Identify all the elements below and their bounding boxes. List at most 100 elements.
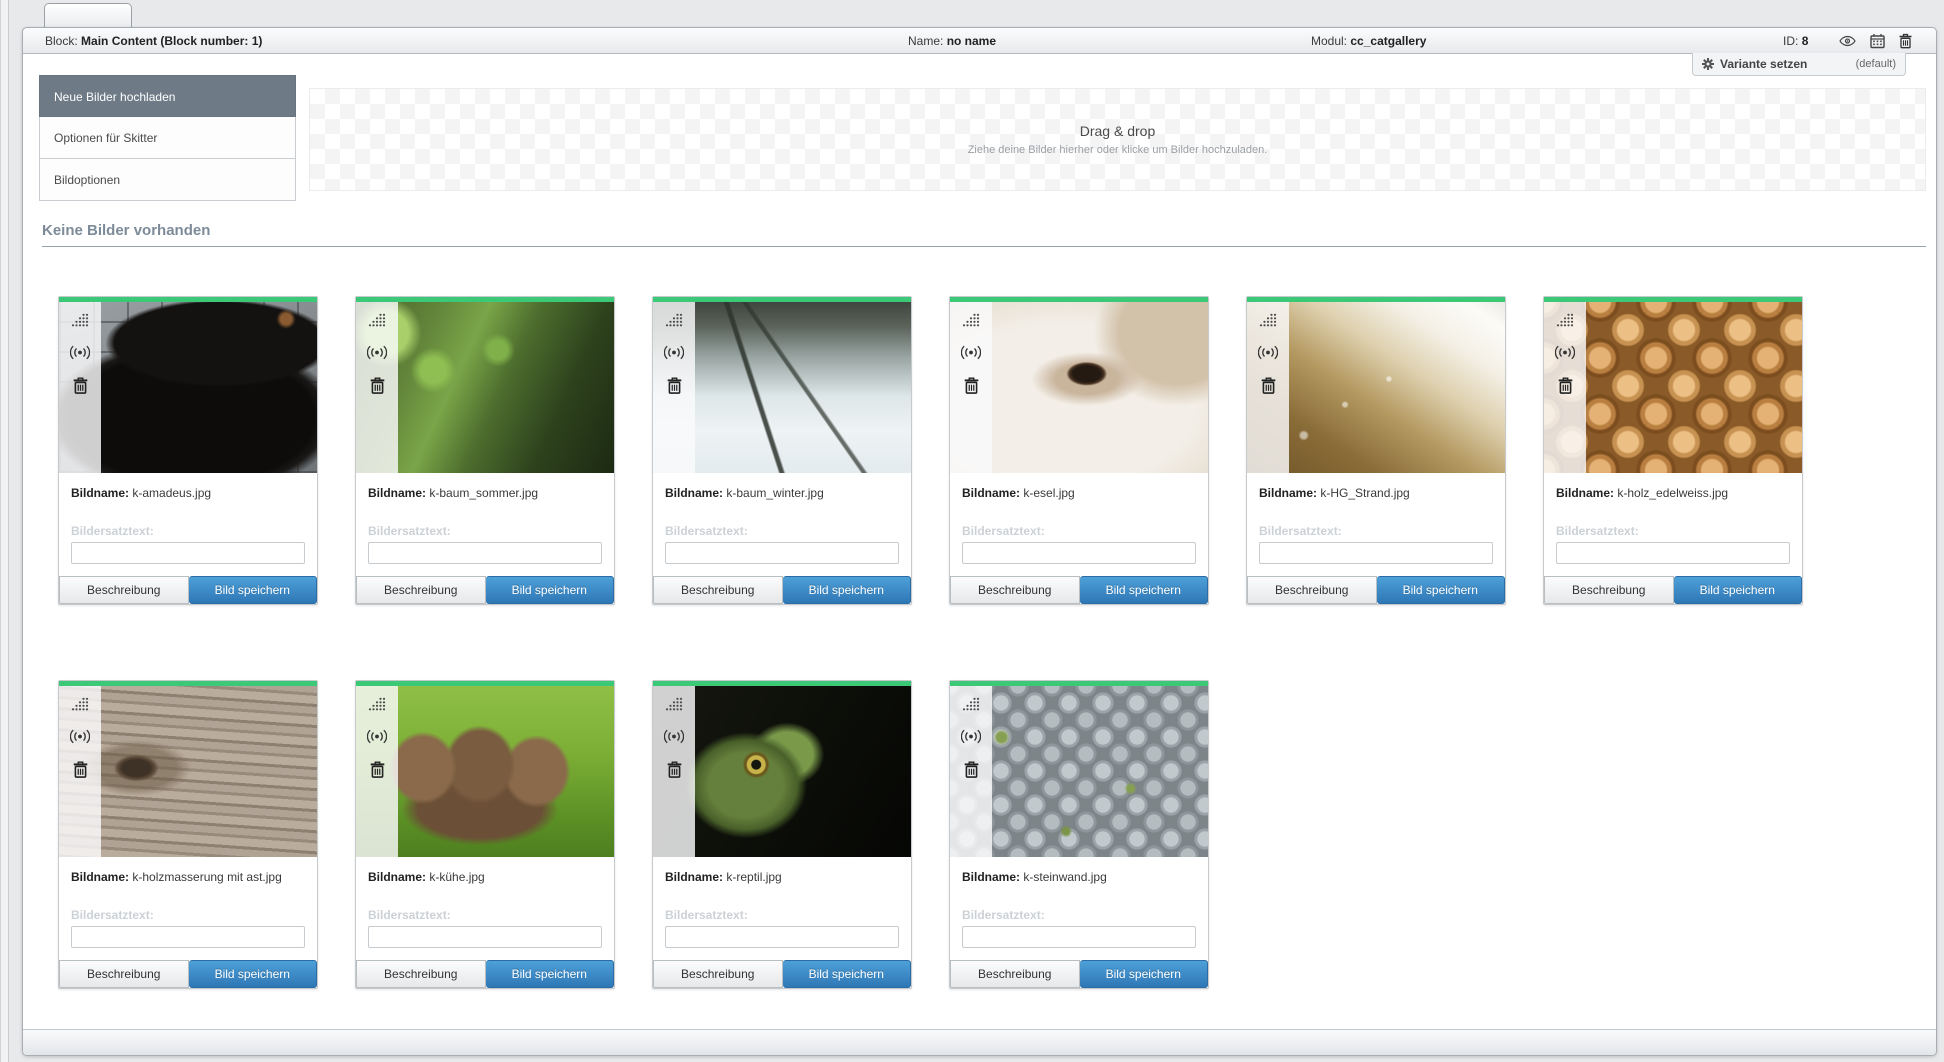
card-icon-strip xyxy=(1247,302,1289,473)
drag-handle-icon[interactable] xyxy=(71,697,89,712)
name-label-group: Name: no name xyxy=(908,34,996,48)
description-button[interactable]: Beschreibung xyxy=(950,960,1080,988)
calendar-icon[interactable] xyxy=(1870,33,1885,48)
broadcast-icon[interactable] xyxy=(70,729,90,744)
save-image-button[interactable]: Bild speichern xyxy=(486,576,615,604)
bildersatztext-input[interactable] xyxy=(665,542,899,564)
card-icon-strip xyxy=(950,686,992,857)
tab-bildoptionen[interactable]: Bildoptionen xyxy=(39,159,296,201)
trash-icon[interactable] xyxy=(73,761,88,778)
save-image-button[interactable]: Bild speichern xyxy=(486,960,615,988)
modul-label-group: Modul: cc_catgallery xyxy=(1311,34,1426,48)
card-media xyxy=(59,686,317,857)
drag-handle-icon[interactable] xyxy=(71,313,89,328)
save-image-button[interactable]: Bild speichern xyxy=(1080,960,1209,988)
bildersatztext-label: Bildersatztext: xyxy=(665,908,899,922)
save-image-button[interactable]: Bild speichern xyxy=(189,576,318,604)
save-image-button[interactable]: Bild speichern xyxy=(189,960,318,988)
description-button[interactable]: Beschreibung xyxy=(59,576,189,604)
card-media xyxy=(653,302,911,473)
broadcast-icon[interactable] xyxy=(961,345,981,360)
drag-handle-icon[interactable] xyxy=(665,697,683,712)
tab-neue-bilder-hochladen[interactable]: Neue Bilder hochladen xyxy=(39,75,296,117)
broadcast-icon[interactable] xyxy=(961,729,981,744)
description-button[interactable]: Beschreibung xyxy=(59,960,189,988)
trash-icon[interactable] xyxy=(1558,377,1573,394)
trash-icon[interactable] xyxy=(964,377,979,394)
card-buttons: Beschreibung Bild speichern xyxy=(950,960,1208,988)
bildersatztext-input[interactable] xyxy=(1556,542,1790,564)
broadcast-icon[interactable] xyxy=(664,345,684,360)
bildersatztext-input[interactable] xyxy=(368,926,602,948)
drag-handle-icon[interactable] xyxy=(665,313,683,328)
description-button[interactable]: Beschreibung xyxy=(653,576,783,604)
image-card: Bildname: k-baum_sommer.jpg Bildersatzte… xyxy=(355,296,615,605)
card-buttons: Beschreibung Bild speichern xyxy=(653,960,911,988)
card-media xyxy=(356,686,614,857)
save-image-button[interactable]: Bild speichern xyxy=(1080,576,1209,604)
bildname-value: k-holz_edelweiss.jpg xyxy=(1617,486,1728,500)
bildname-row: Bildname: k-baum_winter.jpg xyxy=(665,486,899,500)
block-label: Block: xyxy=(45,34,78,48)
trash-icon[interactable] xyxy=(370,761,385,778)
trash-icon[interactable] xyxy=(1899,33,1912,48)
card-media xyxy=(950,686,1208,857)
drag-handle-icon[interactable] xyxy=(1556,313,1574,328)
bildersatztext-input[interactable] xyxy=(368,542,602,564)
bildersatztext-input[interactable] xyxy=(962,542,1196,564)
save-image-button[interactable]: Bild speichern xyxy=(1377,576,1506,604)
trash-icon[interactable] xyxy=(667,377,682,394)
bildersatztext-input[interactable] xyxy=(71,542,305,564)
block-label-group: Block: Main Content (Block number: 1) xyxy=(45,34,262,48)
trash-icon[interactable] xyxy=(1261,377,1276,394)
drag-handle-icon[interactable] xyxy=(962,697,980,712)
description-button[interactable]: Beschreibung xyxy=(950,576,1080,604)
drag-handle-icon[interactable] xyxy=(368,697,386,712)
card-media xyxy=(950,302,1208,473)
bildersatztext-input[interactable] xyxy=(71,926,305,948)
tab-optionen-fuer-skitter[interactable]: Optionen für Skitter xyxy=(39,117,296,159)
bildersatztext-input[interactable] xyxy=(665,926,899,948)
card-media xyxy=(356,302,614,473)
eye-icon[interactable] xyxy=(1839,35,1856,46)
broadcast-icon[interactable] xyxy=(1258,345,1278,360)
description-button[interactable]: Beschreibung xyxy=(356,960,486,988)
bildersatztext-label: Bildersatztext: xyxy=(962,524,1196,538)
trash-icon[interactable] xyxy=(73,377,88,394)
save-image-button[interactable]: Bild speichern xyxy=(783,576,912,604)
drag-handle-icon[interactable] xyxy=(368,313,386,328)
bildersatztext-input[interactable] xyxy=(962,926,1196,948)
id-label-group: ID: 8 xyxy=(1783,34,1808,48)
trash-icon[interactable] xyxy=(667,761,682,778)
bildname-row: Bildname: k-HG_Strand.jpg xyxy=(1259,486,1493,500)
description-button[interactable]: Beschreibung xyxy=(356,576,486,604)
drag-handle-icon[interactable] xyxy=(962,313,980,328)
trash-icon[interactable] xyxy=(964,761,979,778)
description-button[interactable]: Beschreibung xyxy=(1544,576,1674,604)
broadcast-icon[interactable] xyxy=(70,345,90,360)
bildname-row: Bildname: k-reptil.jpg xyxy=(665,870,899,884)
description-button[interactable]: Beschreibung xyxy=(1247,576,1377,604)
card-info: Bildname: k-kühe.jpg Bildersatztext: xyxy=(356,857,614,960)
image-card: Bildname: k-amadeus.jpg Bildersatztext: … xyxy=(58,296,318,605)
card-buttons: Beschreibung Bild speichern xyxy=(356,960,614,988)
broadcast-icon[interactable] xyxy=(367,729,387,744)
drag-handle-icon[interactable] xyxy=(1259,313,1277,328)
card-icon-strip xyxy=(356,302,398,473)
bildersatztext-input[interactable] xyxy=(1259,542,1493,564)
save-image-button[interactable]: Bild speichern xyxy=(1674,576,1803,604)
drag-drop-upload-area[interactable]: Drag & drop Ziehe deine Bilder hierher o… xyxy=(309,88,1926,191)
broadcast-icon[interactable] xyxy=(367,345,387,360)
save-image-button[interactable]: Bild speichern xyxy=(783,960,912,988)
top-mini-tab[interactable] xyxy=(44,3,132,28)
bildname-row: Bildname: k-esel.jpg xyxy=(962,486,1196,500)
card-icon-strip xyxy=(59,686,101,857)
trash-icon[interactable] xyxy=(370,377,385,394)
description-button[interactable]: Beschreibung xyxy=(653,960,783,988)
card-buttons: Beschreibung Bild speichern xyxy=(1247,576,1505,604)
broadcast-icon[interactable] xyxy=(664,729,684,744)
broadcast-icon[interactable] xyxy=(1555,345,1575,360)
set-variant-button[interactable]: Variante setzen (default) xyxy=(1692,53,1906,76)
dropzone-title: Drag & drop xyxy=(1080,123,1155,139)
bildname-label: Bildname: xyxy=(962,870,1020,884)
